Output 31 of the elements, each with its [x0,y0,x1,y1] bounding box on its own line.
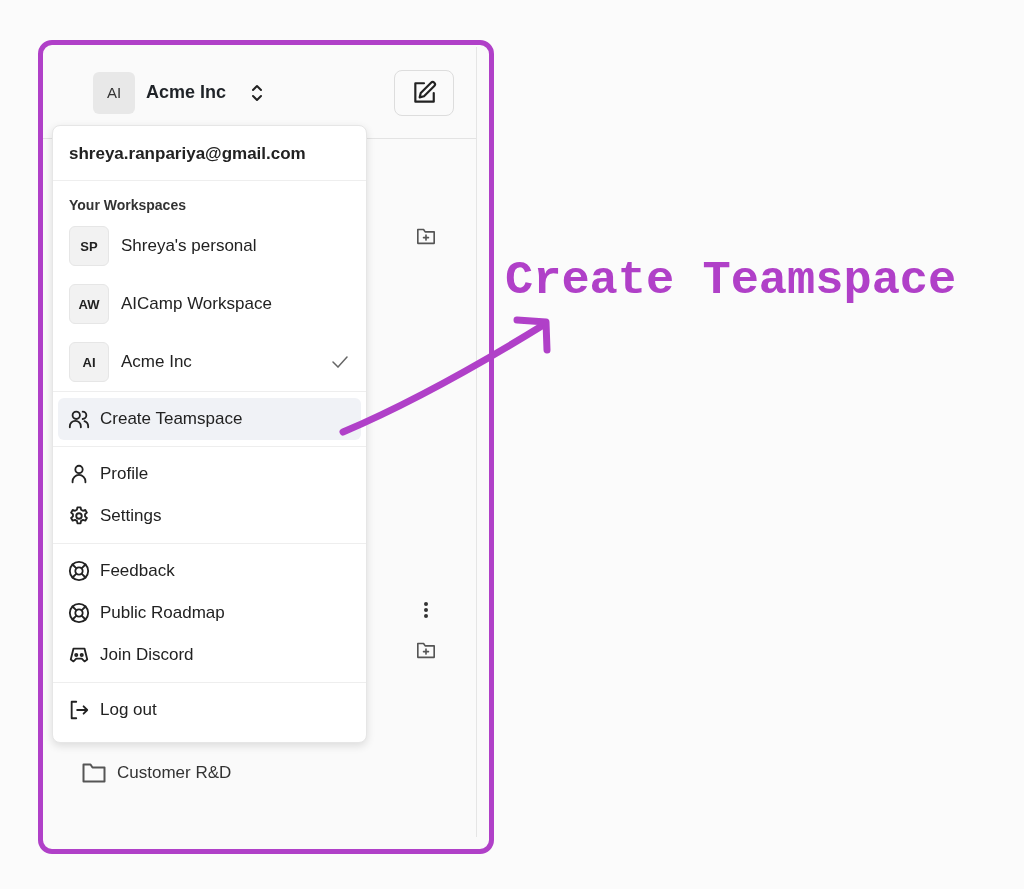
annotation-text: Create Teamspace [505,254,957,307]
workspace-avatar: AI [69,342,109,382]
workspace-name: Acme Inc [146,82,227,103]
menu-item[interactable]: Feedback [58,550,361,592]
folder-icon [82,763,106,783]
folder-label[interactable]: Customer R&D [117,763,232,783]
workspace-avatar: AI [93,71,135,114]
workspace-item[interactable]: AI Acme Inc [53,333,366,391]
workspace-item[interactable]: SP Shreya's personal [53,217,366,275]
folder-plus-icon[interactable] [416,227,436,245]
lifebuoy-icon [68,602,90,624]
menu-item[interactable]: Settings [58,495,361,537]
users-icon [68,408,90,430]
folder-plus-icon[interactable] [416,641,436,659]
settings-icon [68,505,90,527]
account-email: shreya.ranpariya@gmail.com [68,143,307,165]
menu-item[interactable]: Join Discord [58,634,361,676]
section-title: Your Workspaces [68,196,187,215]
edit-icon [411,79,437,106]
compose-button[interactable] [394,69,454,116]
workspace-avatar: AW [69,284,109,324]
workspace-avatar: SP [69,226,109,266]
logout-icon [68,699,90,721]
lifebuoy-icon [68,560,90,582]
menu-item[interactable]: Profile [58,453,361,495]
more-icon[interactable] [423,601,429,619]
menu-item[interactable]: Create Teamspace [58,398,361,440]
menu-item[interactable]: Log out [58,689,361,731]
workspace-item[interactable]: AW AICamp Workspace [53,275,366,333]
workspace-switcher[interactable]: AI Acme Inc [93,71,266,114]
menu-item[interactable]: Public Roadmap [58,592,361,634]
